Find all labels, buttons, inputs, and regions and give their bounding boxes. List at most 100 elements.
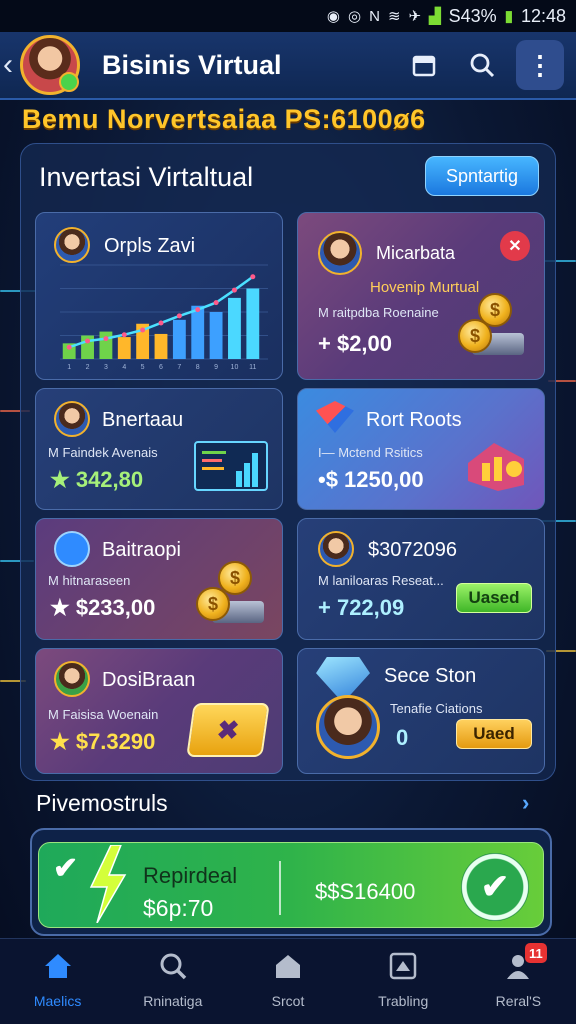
card-title: DosiBraan bbox=[102, 669, 196, 691]
document-icon bbox=[54, 531, 90, 567]
card-title: $3072096 bbox=[368, 539, 457, 561]
avatar bbox=[54, 401, 90, 437]
nfc-icon: N bbox=[369, 7, 380, 25]
investment-card[interactable]: Sece Ston Tenafie Ciations 0 Uaed bbox=[297, 648, 545, 774]
card-description: M laniloaras Reseat... bbox=[318, 573, 444, 588]
chart-tick-label: 3 bbox=[104, 364, 108, 371]
chart-card[interactable]: Orpls Zavi 1 2 3 4 5 6 7 8 9 10 11 bbox=[35, 212, 283, 380]
chart-tick-label: 1 bbox=[67, 364, 71, 371]
investment-card[interactable]: $3072096 M laniloaras Reseat... + 722,09… bbox=[297, 518, 545, 640]
chart-tick-label: 2 bbox=[86, 364, 90, 371]
investment-card[interactable]: DosiBraan M Faisisa Woenain ★ $7.3290 ✖ bbox=[35, 648, 283, 774]
card-value: ★ 342,80 bbox=[50, 467, 144, 492]
nav-profile[interactable]: Reral'S 11 bbox=[461, 939, 576, 1024]
nav-label: Trabling bbox=[378, 993, 429, 1009]
chart-tick-label: 11 bbox=[249, 364, 256, 371]
chart-tick-label: 9 bbox=[214, 364, 218, 371]
card-title: Sece Ston bbox=[384, 665, 477, 687]
promo-value: $6p:70 bbox=[143, 895, 214, 921]
confirm-check-button[interactable]: ✔ bbox=[461, 853, 529, 921]
location-icon: ✈ bbox=[408, 8, 422, 25]
chart-bar bbox=[228, 297, 241, 359]
app-title: Bisinis Virtual bbox=[102, 49, 282, 80]
alarm-icon: ◎ bbox=[348, 8, 362, 25]
chart-tick-label: 7 bbox=[177, 364, 181, 371]
chart-bar bbox=[117, 337, 131, 359]
notification-badge: 11 bbox=[524, 943, 547, 963]
panel-title: Invertasi Virtaltual bbox=[39, 162, 254, 192]
start-button[interactable]: Spntartig bbox=[425, 156, 539, 196]
nav-trading[interactable]: Trabling bbox=[346, 939, 461, 1024]
chart-bar bbox=[172, 319, 186, 359]
chart-bar bbox=[154, 333, 168, 359]
nav-label: Maelics bbox=[33, 993, 82, 1009]
signal-icon-2: ▮ bbox=[504, 8, 513, 25]
chart-tick-label: 5 bbox=[141, 364, 145, 371]
promo-banner: ✔ Repirdeal $6p:70 $$S16400 ✔ bbox=[38, 842, 544, 928]
signal-icon: ▟ bbox=[429, 8, 441, 25]
building-icon bbox=[464, 433, 530, 493]
chart-point bbox=[195, 307, 201, 313]
used-button[interactable]: Uased bbox=[456, 583, 532, 613]
chevron-right-icon[interactable]: › bbox=[522, 790, 529, 816]
camera-icon: ◉ bbox=[326, 8, 340, 25]
bar-chart: 1 2 3 4 5 6 7 8 9 10 11 bbox=[60, 264, 268, 371]
card-title: Micarbata bbox=[376, 243, 456, 263]
chart-point bbox=[213, 300, 219, 306]
monitor-chart-icon bbox=[194, 441, 268, 491]
nav-search[interactable]: Rninatiga bbox=[115, 939, 230, 1024]
avatar bbox=[316, 695, 380, 759]
bottom-nav: Maelics Rninatiga Srcot Trabling Reral'S… bbox=[0, 938, 576, 1024]
investment-card[interactable]: Rort Roots I— Mctend Rsitics •$ 1250,00 bbox=[297, 388, 545, 510]
home-icon bbox=[40, 949, 76, 983]
avatar[interactable] bbox=[20, 35, 80, 95]
clock: 12:48 bbox=[520, 5, 566, 26]
chart-point bbox=[231, 287, 237, 293]
chart-tick-label: 4 bbox=[122, 364, 126, 371]
investment-card[interactable]: Baitraopi M hitnaraseen ★ $233,00 $ $ bbox=[35, 518, 283, 640]
chevron-left-icon[interactable]: ‹ bbox=[0, 48, 20, 82]
app-bar: ‹ Bisinis Virtual ⋮ bbox=[0, 32, 576, 100]
avatar bbox=[318, 531, 354, 567]
card-value: + $2,00 bbox=[318, 331, 393, 356]
card-description: M Faisisa Woenain bbox=[48, 707, 159, 722]
promo-amount: $$S16400 bbox=[315, 879, 416, 904]
investment-card[interactable]: Micarbata ✕ Hovenip Murtual M raitpdba R… bbox=[297, 212, 545, 380]
chart-bar bbox=[191, 305, 205, 359]
card-title: Rort Roots bbox=[366, 409, 462, 431]
chart-point bbox=[158, 320, 164, 326]
chart-point bbox=[103, 336, 109, 342]
nav-label: Rninatiga bbox=[143, 993, 203, 1009]
avatar bbox=[54, 227, 90, 263]
calendar-icon[interactable] bbox=[400, 41, 448, 89]
card-description: M hitnaraseen bbox=[48, 573, 131, 588]
nav-home[interactable]: Maelics bbox=[0, 939, 115, 1024]
close-badge-icon[interactable]: ✕ bbox=[500, 231, 530, 261]
card-description: M Faindek Avenais bbox=[48, 445, 158, 460]
card-description: Tenafie Ciations bbox=[390, 701, 483, 716]
card-value: •$ 1250,00 bbox=[318, 467, 424, 492]
card-value: ★ $233,00 bbox=[50, 595, 156, 620]
chart-tick-label: 6 bbox=[159, 364, 163, 371]
investment-panel: Invertasi Virtaltual Spntartig Orpls Zav… bbox=[20, 143, 556, 781]
card-title: Baitraopi bbox=[102, 539, 181, 561]
search-icon[interactable] bbox=[458, 41, 506, 89]
nav-label: Reral'S bbox=[495, 993, 542, 1009]
more-vertical-icon[interactable]: ⋮ bbox=[516, 40, 564, 90]
chart-tick-label: 8 bbox=[196, 364, 200, 371]
wifi-icon: ≋ bbox=[387, 8, 401, 25]
nav-store[interactable]: Srcot bbox=[230, 939, 345, 1024]
banner-text: Bemu Norvertsaiaa PS:6100ø6 bbox=[22, 104, 426, 134]
investment-card[interactable]: Bnertaau M Faindek Avenais ★ 342,80 bbox=[35, 388, 283, 510]
chart-point bbox=[250, 274, 256, 280]
used-button[interactable]: Uaed bbox=[456, 719, 532, 749]
promo-title: Repirdeal bbox=[143, 863, 238, 888]
avatar bbox=[318, 231, 362, 275]
battery-level: S43% bbox=[448, 5, 497, 26]
chart-point bbox=[121, 332, 127, 338]
search-icon bbox=[155, 949, 191, 983]
nav-label: Srcot bbox=[271, 993, 305, 1009]
promo-card[interactable]: ✔ Repirdeal $6p:70 $$S16400 ✔ bbox=[30, 828, 552, 936]
status-bar: ◉ ◎ N ≋ ✈ ▟ S43% ▮ 12:48 bbox=[0, 0, 576, 32]
store-icon bbox=[270, 949, 306, 983]
